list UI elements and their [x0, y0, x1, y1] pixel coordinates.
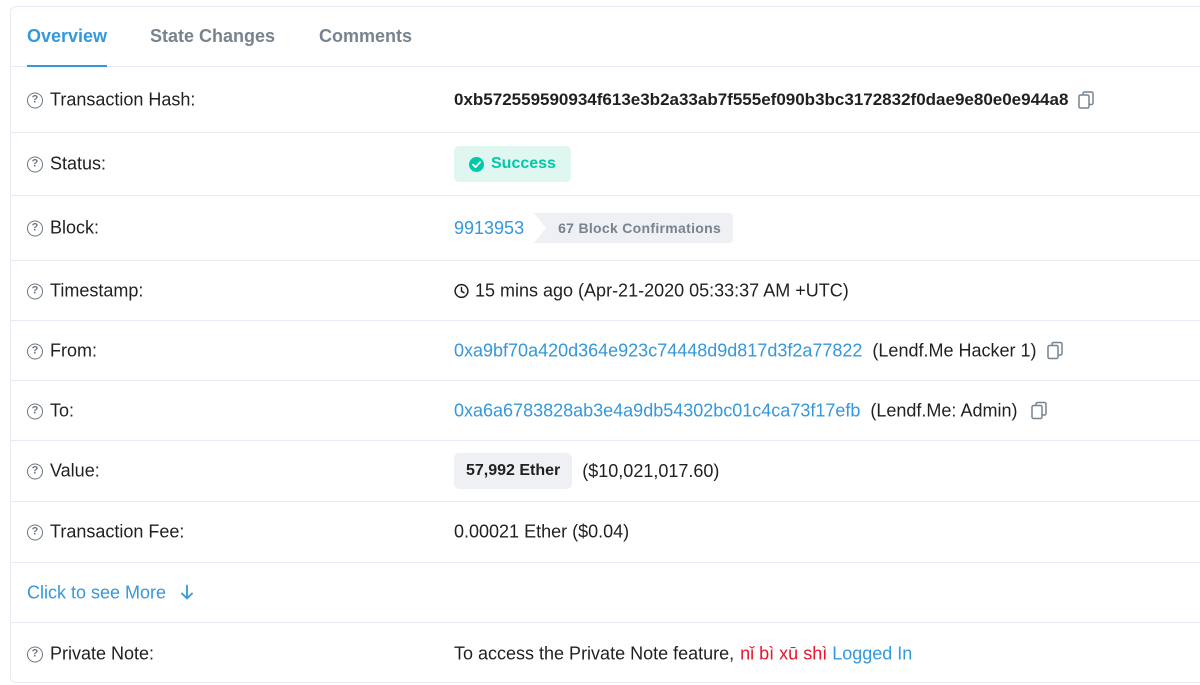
copy-icon[interactable] — [1078, 90, 1095, 109]
label-transaction-hash: ? Transaction Hash: — [27, 89, 195, 110]
tab-overview[interactable]: Overview — [27, 7, 108, 67]
question-circle-icon[interactable]: ? — [27, 220, 43, 237]
badge-arrow — [534, 213, 547, 243]
label-block: ? Block: — [27, 218, 99, 239]
label-status: ? Status: — [27, 154, 106, 175]
value-to: 0xa6a6783828ab3e4a9db54302bc01c4ca73f17e… — [454, 400, 1048, 421]
arrow-down-icon — [181, 584, 193, 600]
block-confirmations-badge: 67 Block Confirmations — [534, 213, 734, 243]
label-text: Block: — [50, 217, 100, 238]
ether-amount-badge: 57,992 Ether — [454, 453, 573, 489]
value-value: 57,992 Ether ($10,021,017.60) — [454, 453, 719, 489]
label-transaction-fee: ? Transaction Fee: — [27, 522, 184, 543]
private-note-prefix: To access the Private Note feature, — [454, 643, 735, 663]
label-text: To: — [50, 400, 75, 420]
fee-text: 0.00021 Ether ($0.04) — [454, 521, 630, 542]
tab-state-changes[interactable]: State Changes — [150, 7, 275, 67]
value-status: Success — [454, 146, 571, 182]
label-text: From: — [50, 340, 97, 360]
question-circle-icon[interactable]: ? — [27, 156, 43, 173]
timestamp-text: 15 mins ago (Apr-21-2020 05:33:37 AM +UT… — [475, 280, 849, 300]
label-text: Status: — [50, 153, 107, 174]
label-text: Transaction Fee: — [50, 521, 185, 542]
tab-bar: Overview State Changes Comments — [11, 7, 1200, 67]
to-address-link[interactable]: 0xa6a6783828ab3e4a9db54302bc01c4ca73f17e… — [454, 400, 860, 421]
row-see-more: Click to see More — [11, 563, 1200, 623]
row-transaction-hash: ? Transaction Hash: 0xb572559590934f613e… — [11, 67, 1200, 133]
value-transaction-fee: 0.00021 Ether ($0.04) — [454, 522, 629, 543]
question-circle-icon[interactable]: ? — [27, 524, 43, 541]
status-text: Success — [491, 155, 556, 172]
label-text: Private Note: — [50, 643, 155, 663]
row-from: ? From: 0xa9bf70a420d364e923c74448d9d817… — [11, 321, 1200, 381]
confirmations-text: 67 Block Confirmations — [558, 220, 722, 236]
see-more-link[interactable]: Click to see More — [27, 582, 194, 603]
label-text: Value: — [50, 460, 100, 481]
value-from: 0xa9bf70a420d364e923c74448d9d817d3f2a778… — [454, 340, 1063, 361]
status-badge: Success — [454, 146, 571, 182]
from-address-link[interactable]: 0xa9bf70a420d364e923c74448d9d817d3f2a778… — [454, 340, 862, 361]
value-block: 9913953 67 Block Confirmations — [454, 213, 734, 243]
see-more-text: Click to see More — [27, 582, 167, 602]
question-circle-icon[interactable]: ? — [27, 343, 43, 359]
row-timestamp: ? Timestamp: 15 mins ago (Apr-21-2020 05… — [11, 261, 1200, 321]
question-circle-icon[interactable]: ? — [27, 463, 43, 480]
logged-in-link[interactable]: Logged In — [832, 643, 912, 664]
row-private-note: ? Private Note: To access the Private No… — [11, 623, 1200, 682]
question-circle-icon[interactable]: ? — [27, 646, 43, 662]
row-transaction-fee: ? Transaction Fee: 0.00021 Ether ($0.04) — [11, 502, 1200, 563]
label-from: ? From: — [27, 340, 97, 361]
value-timestamp: 15 mins ago (Apr-21-2020 05:33:37 AM +UT… — [454, 280, 849, 301]
label-value: ? Value: — [27, 461, 100, 482]
clock-icon — [454, 283, 469, 298]
copy-icon[interactable] — [1031, 401, 1048, 420]
usd-value: ($10,021,017.60) — [582, 460, 720, 481]
row-to: ? To: 0xa6a6783828ab3e4a9db54302bc01c4ca… — [11, 381, 1200, 441]
row-block: ? Block: 9913953 67 Block Confirmations — [11, 196, 1200, 261]
label-text: Transaction Hash: — [50, 89, 196, 109]
label-private-note: ? Private Note: — [27, 643, 154, 664]
label-to: ? To: — [27, 400, 74, 421]
value-transaction-hash: 0xb572559590934f613e3b2a33ab7f555ef090b3… — [454, 89, 1095, 110]
private-note-red-text: nǐ bì xū shì — [740, 643, 828, 663]
row-value: ? Value: 57,992 Ether ($10,021,017.60) — [11, 441, 1200, 502]
transaction-details-card: Overview State Changes Comments ? Transa… — [10, 6, 1200, 683]
label-timestamp: ? Timestamp: — [27, 280, 143, 301]
tab-comments[interactable]: Comments — [319, 7, 412, 67]
question-circle-icon[interactable]: ? — [27, 92, 43, 108]
question-circle-icon[interactable]: ? — [27, 403, 43, 419]
block-number-link[interactable]: 9913953 — [454, 218, 524, 239]
row-status: ? Status: Success — [11, 133, 1200, 196]
to-address-tag: (Lendf.Me: Admin) — [870, 400, 1018, 420]
copy-icon[interactable] — [1046, 341, 1063, 360]
question-circle-icon[interactable]: ? — [27, 283, 43, 299]
check-circle-icon — [469, 156, 484, 172]
from-address-tag: (Lendf.Me Hacker 1) — [872, 340, 1037, 360]
value-private-note: To access the Private Note feature, nǐ b… — [454, 643, 912, 664]
label-text: Timestamp: — [50, 280, 144, 300]
transaction-hash: 0xb572559590934f613e3b2a33ab7f555ef090b3… — [454, 89, 1069, 109]
